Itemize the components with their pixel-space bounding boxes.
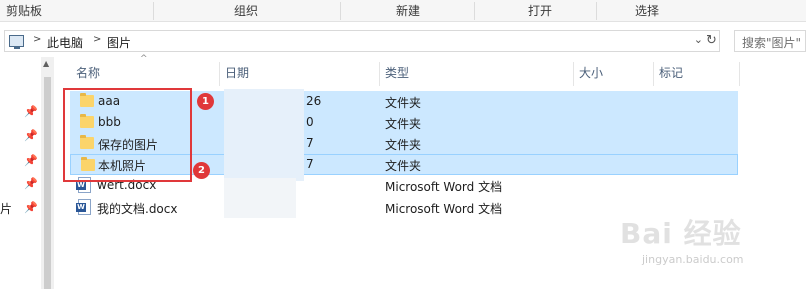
vertical-scrollbar[interactable]: ▲ — [41, 57, 54, 289]
scroll-up-icon[interactable]: ▲ — [43, 59, 49, 68]
file-date: 7 — [306, 136, 314, 150]
annotation-badge-2: 2 — [193, 162, 210, 179]
search-input[interactable]: 搜索"图片" — [734, 30, 806, 52]
ribbon-group-new[interactable]: 新建 — [380, 0, 436, 22]
column-divider[interactable] — [573, 62, 574, 86]
file-date: 26 — [306, 94, 322, 108]
file-type: 文件夹 — [385, 159, 422, 173]
column-header-name[interactable]: 名称 — [72, 62, 218, 84]
annotation-badge-1: 1 — [197, 93, 214, 110]
breadcrumb-pictures[interactable]: 图片 — [107, 34, 131, 51]
pin-icon[interactable]: 📌 — [24, 129, 38, 142]
file-type: 文件夹 — [385, 117, 422, 131]
this-pc-icon — [9, 35, 24, 49]
ribbon-group-open[interactable]: 打开 — [512, 0, 568, 22]
file-date: 0 — [306, 115, 314, 129]
address-bar[interactable]: > 此电脑 > 图片 ⌄ — [4, 30, 720, 52]
column-header-date[interactable]: 日期 — [221, 62, 377, 84]
breadcrumb-this-pc[interactable]: 此电脑 — [47, 34, 83, 51]
file-date: 7 — [306, 157, 314, 171]
ribbon-divider — [596, 2, 597, 20]
refresh-icon[interactable]: ↻ — [703, 31, 720, 51]
ribbon-divider — [153, 2, 154, 20]
column-header-type[interactable]: 类型 — [381, 62, 571, 84]
redaction-patch — [224, 89, 304, 181]
file-type: Microsoft Word 文档 — [385, 202, 503, 216]
file-type: Microsoft Word 文档 — [385, 180, 503, 194]
column-divider[interactable] — [219, 62, 220, 86]
column-divider[interactable] — [739, 62, 740, 86]
baidu-watermark-logo: Bai 经验 — [620, 217, 742, 250]
ribbon-divider — [340, 2, 341, 20]
column-divider[interactable] — [379, 62, 380, 86]
chevron-right-icon[interactable]: > — [93, 34, 101, 45]
file-type: 文件夹 — [385, 138, 422, 152]
ribbon-group-select[interactable]: 选择 — [619, 0, 675, 22]
file-name: 我的文档.docx — [97, 202, 178, 216]
baidu-watermark-url: jingyan.baidu.com — [642, 253, 744, 266]
scrollbar-thumb[interactable] — [44, 77, 51, 289]
ribbon-divider — [474, 2, 475, 20]
pin-icon[interactable]: 📌 — [24, 105, 38, 118]
ribbon-group-bar: 剪贴板 组织 新建 打开 选择 — [0, 0, 806, 22]
navigation-pane: 📌 📌 📌 📌 📌 片 — [0, 57, 40, 289]
ribbon-group-organize[interactable]: 组织 — [218, 0, 274, 22]
pin-icon[interactable]: 📌 — [24, 177, 38, 190]
column-header-tags[interactable]: 标记 — [655, 62, 739, 84]
column-divider[interactable] — [653, 62, 654, 86]
chevron-right-icon[interactable]: > — [33, 34, 41, 45]
chevron-down-icon[interactable]: ⌄ — [694, 33, 703, 46]
redaction-patch — [224, 178, 296, 218]
pin-icon[interactable]: 📌 — [24, 154, 38, 167]
ribbon-group-clipboard[interactable]: 剪贴板 — [0, 0, 48, 22]
word-document-icon — [76, 199, 91, 215]
file-type: 文件夹 — [385, 96, 422, 110]
pin-icon[interactable]: 📌 — [24, 201, 38, 214]
nav-item-label[interactable]: 片 — [0, 200, 12, 217]
annotation-highlight-box — [63, 88, 192, 182]
column-header-size[interactable]: 大小 — [575, 62, 651, 84]
